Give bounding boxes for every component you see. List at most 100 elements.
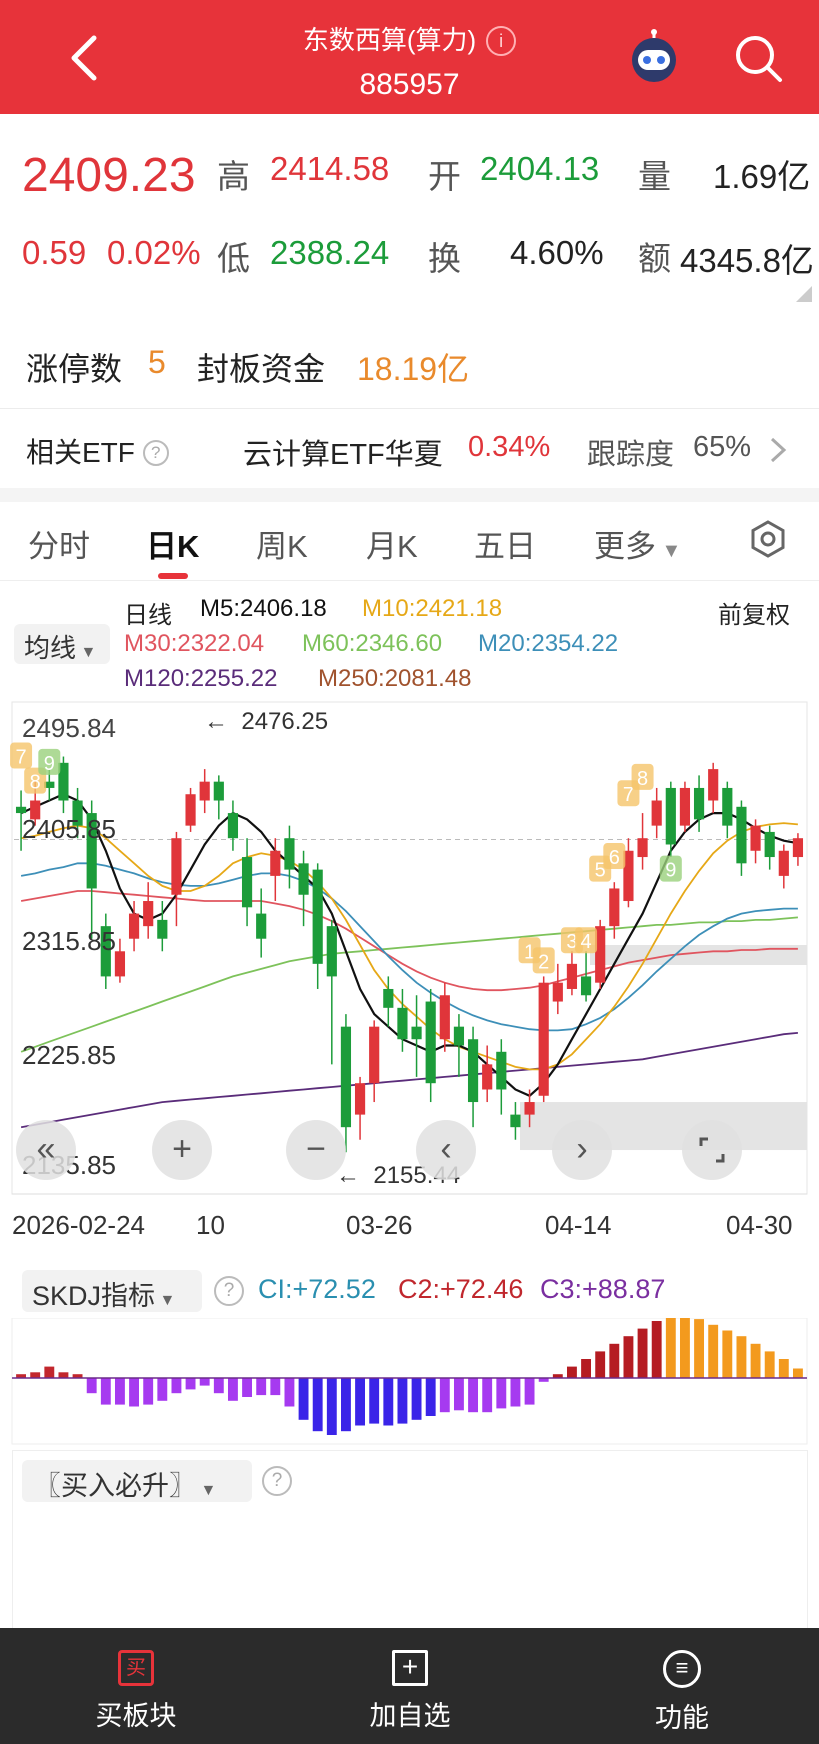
candle-body — [383, 988, 394, 1008]
fast-back-button[interactable]: « — [16, 1120, 76, 1180]
etf-change: 0.34% — [468, 431, 551, 463]
sub-indicator-help-icon[interactable]: ? — [262, 1466, 292, 1496]
open-value: 2404.13 — [480, 150, 600, 187]
tab-more-label: 更多 — [594, 529, 656, 564]
buy-icon: 买 — [118, 1650, 154, 1686]
indicator-bar — [750, 1343, 761, 1378]
indicator-bar — [242, 1378, 253, 1397]
indicator-bar — [369, 1378, 380, 1424]
candle-body — [397, 1007, 408, 1040]
candle-body — [411, 1026, 422, 1040]
candle-body — [482, 1064, 493, 1090]
chevron-right-icon[interactable] — [766, 435, 790, 465]
sequence-mark: 9 — [665, 860, 676, 882]
candle-body — [157, 919, 168, 939]
indicator-bar — [425, 1378, 436, 1416]
scroll-left-button[interactable]: ‹ — [416, 1120, 476, 1180]
x-label-0414: 04-14 — [545, 1210, 612, 1240]
settings-hexagon-icon[interactable] — [748, 519, 788, 559]
indicator-bar — [496, 1378, 507, 1409]
candle-body — [171, 838, 182, 895]
adjust-mode[interactable]: 前复权 — [718, 595, 790, 630]
info-icon[interactable]: i — [486, 26, 517, 56]
scroll-right-button[interactable]: › — [552, 1120, 612, 1180]
indicator-bar — [665, 1318, 676, 1378]
indicator-name: SKDJ指标 — [32, 1281, 156, 1311]
indicator-ci: CI:+72.52 — [258, 1274, 376, 1304]
tab-weekly-k[interactable]: 周K — [256, 521, 308, 566]
related-etf-row[interactable]: 相关ETF ? 云计算ETF华夏 0.34% 跟踪度 65% — [0, 408, 819, 488]
indicator-bar — [199, 1378, 210, 1386]
x-label-0430: 04-30 — [726, 1210, 793, 1240]
indicator-bar — [326, 1378, 337, 1435]
etf-name[interactable]: 云计算ETF华夏 — [243, 431, 443, 473]
candle-body — [143, 901, 154, 927]
indicator-bar — [256, 1378, 267, 1396]
indicator-bar — [397, 1378, 408, 1424]
tab-five-day[interactable]: 五日 — [474, 521, 536, 566]
candle-body — [792, 838, 804, 858]
plus-box-icon: + — [392, 1650, 428, 1686]
tab-more[interactable]: 更多 ▼ — [594, 521, 681, 566]
sequence-mark: 8 — [637, 768, 648, 790]
candle-body — [425, 1001, 436, 1084]
candle-body — [566, 963, 578, 989]
candle-body — [679, 787, 691, 826]
indicator-help-icon[interactable]: ? — [214, 1276, 244, 1306]
track-value: 65% — [693, 431, 752, 463]
caret-down-icon: ▼ — [155, 1292, 176, 1309]
indicator-bar — [298, 1378, 309, 1420]
tab-monthly-k[interactable]: 月K — [366, 521, 418, 566]
candle-body — [439, 995, 450, 1040]
sub-indicator-selector[interactable]: 〖买入必升〗 ▼ — [22, 1460, 252, 1502]
add-watchlist-button[interactable]: + 加自选 — [310, 1628, 510, 1733]
search-icon[interactable] — [728, 28, 788, 88]
indicator-bar — [58, 1372, 69, 1378]
skdj-indicator-chart — [11, 1318, 808, 1445]
zoom-in-button[interactable]: + — [152, 1120, 212, 1180]
zoom-out-button[interactable]: − — [286, 1120, 346, 1180]
candle-body — [284, 838, 295, 870]
indicator-bar — [708, 1324, 719, 1378]
indicator-bar — [114, 1378, 125, 1405]
track-label: 跟踪度 — [587, 439, 675, 471]
fullscreen-button[interactable] — [682, 1120, 742, 1180]
candle-body — [552, 982, 563, 1002]
candle-body — [199, 781, 210, 801]
indicator-bar — [468, 1378, 479, 1413]
volume-label: 量 — [638, 158, 671, 195]
help-icon[interactable]: ? — [142, 440, 169, 466]
max-annotation: ← 2476.25 — [204, 708, 329, 735]
buy-sector-button[interactable]: 买 买板块 — [36, 1628, 236, 1733]
indicator-bar — [284, 1378, 295, 1407]
indicator-bar — [185, 1378, 196, 1390]
candle-body — [708, 769, 719, 801]
candle-body — [241, 857, 253, 908]
indicator-bar — [694, 1319, 705, 1378]
candle-body — [227, 813, 239, 839]
ma-selector[interactable]: 均线 ▼ — [14, 624, 110, 664]
indicator-bar — [482, 1378, 493, 1413]
candle-body — [722, 787, 733, 826]
indicator-bar — [524, 1378, 535, 1405]
turnover-value: 4.60% — [510, 234, 604, 271]
tab-intraday[interactable]: 分时 — [28, 521, 90, 566]
seal-fund-label: 封板资金 — [197, 351, 326, 387]
expand-corner-icon[interactable] — [796, 286, 812, 302]
add-label: 加自选 — [369, 1701, 451, 1731]
indicator-bar — [651, 1321, 662, 1378]
indicator-bar — [270, 1378, 281, 1396]
robot-assistant-icon[interactable] — [624, 28, 684, 88]
tab-daily-k[interactable]: 日K — [146, 521, 199, 566]
candle-body — [312, 869, 323, 964]
indicator-bar — [383, 1378, 394, 1426]
indicator-selector[interactable]: SKDJ指标 ▼ — [22, 1270, 202, 1312]
ma5-value: M5:2406.18 — [200, 595, 327, 622]
function-menu-button[interactable]: ≡ 功能 — [582, 1628, 782, 1735]
indicator-bar — [764, 1351, 775, 1378]
caret-down-icon: ▼ — [196, 1482, 217, 1499]
ma250-value: M250:2081.48 — [318, 665, 472, 692]
fullscreen-icon — [699, 1137, 725, 1163]
indicator-bar — [637, 1328, 648, 1378]
candle-body — [256, 913, 267, 939]
